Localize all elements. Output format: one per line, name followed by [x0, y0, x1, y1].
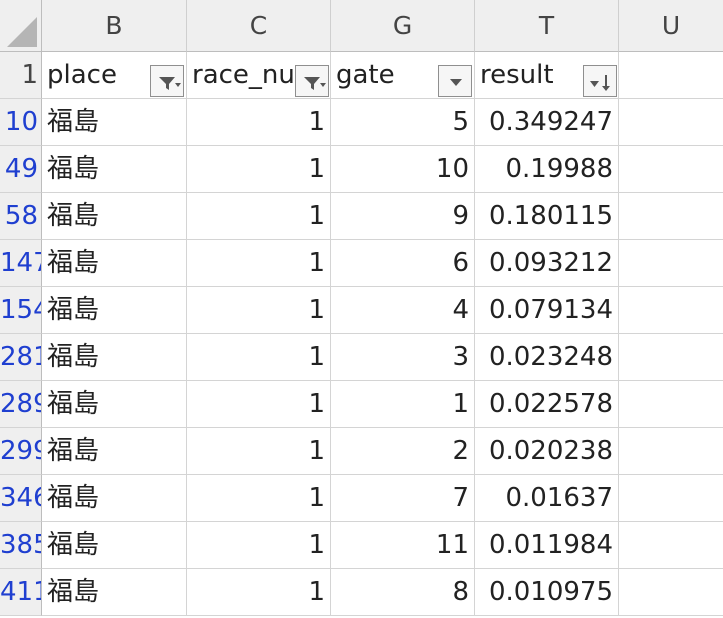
field-header-result[interactable]: result [475, 52, 619, 99]
column-header-t[interactable]: T [475, 0, 619, 52]
place-cell[interactable]: 福島 [42, 240, 187, 287]
dropdown-icon [450, 79, 462, 86]
race-num-cell[interactable]: 1 [187, 381, 331, 428]
place-cell[interactable]: 福島 [42, 475, 187, 522]
race-num-cell[interactable]: 1 [187, 428, 331, 475]
column-header-b[interactable]: B [42, 0, 187, 52]
filter-button-race-num[interactable] [295, 65, 329, 97]
row-header[interactable]: 49 [0, 146, 42, 193]
field-header-label: gate [336, 60, 395, 90]
field-header-gate[interactable]: gate [331, 52, 475, 99]
empty-cell[interactable] [619, 428, 723, 475]
race-num-cell[interactable]: 1 [187, 287, 331, 334]
place-cell[interactable]: 福島 [42, 287, 187, 334]
row-header[interactable]: 1 [0, 52, 42, 99]
result-cell[interactable]: 0.010975 [475, 569, 619, 616]
gate-cell[interactable]: 8 [331, 569, 475, 616]
row-header[interactable]: 154 [0, 287, 42, 334]
gate-cell[interactable]: 7 [331, 475, 475, 522]
select-all-corner[interactable] [0, 0, 42, 52]
empty-cell[interactable] [619, 569, 723, 616]
place-cell[interactable]: 福島 [42, 146, 187, 193]
row-header[interactable]: 58 [0, 193, 42, 240]
field-header-label: race_nu [192, 60, 295, 90]
place-cell[interactable]: 福島 [42, 99, 187, 146]
place-cell[interactable]: 福島 [42, 193, 187, 240]
gate-cell[interactable]: 4 [331, 287, 475, 334]
gate-cell[interactable]: 1 [331, 381, 475, 428]
empty-cell[interactable] [619, 99, 723, 146]
gate-cell[interactable]: 2 [331, 428, 475, 475]
gate-cell[interactable]: 11 [331, 522, 475, 569]
result-cell[interactable]: 0.19988 [475, 146, 619, 193]
row-header[interactable]: 10 [0, 99, 42, 146]
race-num-cell[interactable]: 1 [187, 334, 331, 381]
place-cell[interactable]: 福島 [42, 381, 187, 428]
gate-cell[interactable]: 3 [331, 334, 475, 381]
filter-button-result[interactable] [583, 65, 617, 97]
result-cell[interactable]: 0.01637 [475, 475, 619, 522]
row-header[interactable]: 289 [0, 381, 42, 428]
place-cell[interactable]: 福島 [42, 428, 187, 475]
empty-cell[interactable] [619, 193, 723, 240]
place-cell[interactable]: 福島 [42, 569, 187, 616]
race-num-cell[interactable]: 1 [187, 99, 331, 146]
empty-cell[interactable] [619, 287, 723, 334]
empty-cell[interactable] [619, 381, 723, 428]
row-header[interactable]: 346 [0, 475, 42, 522]
column-header-u[interactable]: U [619, 0, 723, 52]
empty-cell[interactable] [619, 475, 723, 522]
empty-cell[interactable] [619, 240, 723, 287]
empty-cell[interactable] [619, 146, 723, 193]
row-header[interactable]: 411 [0, 569, 42, 616]
select-all-icon [7, 17, 37, 47]
empty-cell[interactable] [619, 334, 723, 381]
empty-cell[interactable] [619, 522, 723, 569]
spreadsheet-grid: B C G T U 1 place race_nu gate result 10… [0, 0, 723, 618]
race-num-cell[interactable]: 1 [187, 475, 331, 522]
result-cell[interactable]: 0.011984 [475, 522, 619, 569]
empty-cell[interactable] [619, 52, 723, 99]
race-num-cell[interactable]: 1 [187, 569, 331, 616]
result-cell[interactable]: 0.023248 [475, 334, 619, 381]
column-header-g[interactable]: G [331, 0, 475, 52]
race-num-cell[interactable]: 1 [187, 146, 331, 193]
result-cell[interactable]: 0.022578 [475, 381, 619, 428]
row-header[interactable]: 385 [0, 522, 42, 569]
field-header-place[interactable]: place [42, 52, 187, 99]
filter-button-gate[interactable] [438, 65, 472, 97]
result-cell[interactable]: 0.079134 [475, 287, 619, 334]
filter-button-place[interactable] [150, 65, 184, 97]
result-cell[interactable]: 0.349247 [475, 99, 619, 146]
row-header[interactable]: 281 [0, 334, 42, 381]
row-header[interactable]: 147 [0, 240, 42, 287]
race-num-cell[interactable]: 1 [187, 240, 331, 287]
place-cell[interactable]: 福島 [42, 522, 187, 569]
result-cell[interactable]: 0.093212 [475, 240, 619, 287]
place-cell[interactable]: 福島 [42, 334, 187, 381]
gate-cell[interactable]: 6 [331, 240, 475, 287]
field-header-label: place [47, 60, 117, 90]
race-num-cell[interactable]: 1 [187, 522, 331, 569]
filter-icon [159, 77, 181, 90]
field-header-label: result [480, 60, 554, 90]
result-cell[interactable]: 0.180115 [475, 193, 619, 240]
field-header-race-num[interactable]: race_nu [187, 52, 331, 99]
filter-icon [304, 77, 326, 90]
gate-cell[interactable]: 9 [331, 193, 475, 240]
sort-descending-icon [590, 75, 610, 91]
result-cell[interactable]: 0.020238 [475, 428, 619, 475]
row-header[interactable]: 299 [0, 428, 42, 475]
gate-cell[interactable]: 10 [331, 146, 475, 193]
race-num-cell[interactable]: 1 [187, 193, 331, 240]
gate-cell[interactable]: 5 [331, 99, 475, 146]
column-header-c[interactable]: C [187, 0, 331, 52]
